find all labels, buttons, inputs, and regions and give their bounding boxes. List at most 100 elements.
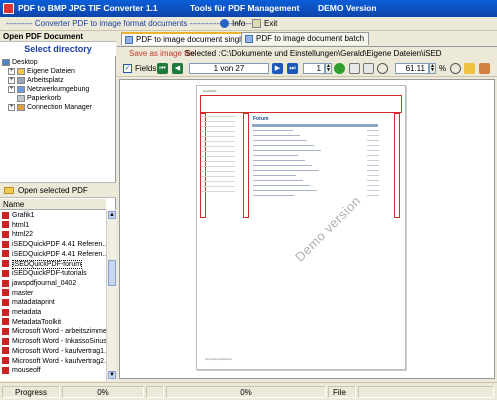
- tree-item[interactable]: + Netzwerkumgebung: [8, 85, 89, 94]
- selected-path: C:\Dokumente und Einstellungen\Gerald\Ei…: [221, 49, 442, 58]
- app-icon: [3, 3, 14, 14]
- file-name: Microsoft Word - arbeitszimmer: [12, 328, 106, 336]
- file-list-item[interactable]: Microsoft Word - kaufvertrag2...: [0, 357, 106, 366]
- forum-post-line: [253, 170, 319, 171]
- nav-link-line: [201, 151, 235, 152]
- forum-post-meta: [367, 160, 379, 161]
- file-list-item[interactable]: Grafik1: [0, 211, 106, 220]
- tree-item-label: Connection Manager: [27, 104, 92, 111]
- file-list-item[interactable]: master: [0, 289, 106, 298]
- file-list-item[interactable]: html22: [0, 230, 106, 239]
- tab-batch-label: PDF to image document batch: [256, 34, 365, 43]
- title-app: PDF to BMP JPG TIF Converter 1.1: [18, 3, 158, 13]
- file-list-header[interactable]: Name: [0, 199, 106, 210]
- nav-link-line: [201, 166, 235, 167]
- scroll-down-icon[interactable]: ▼: [108, 371, 116, 379]
- zoom-input[interactable]: 61.11: [395, 63, 429, 74]
- file-name: html22: [12, 231, 34, 239]
- file-list-item[interactable]: MetadataToolkit: [0, 318, 106, 327]
- pdf-file-icon: [2, 211, 9, 219]
- forum-post-meta: [367, 145, 379, 146]
- forum-post-meta: [367, 185, 379, 186]
- expand-icon[interactable]: +: [8, 85, 15, 93]
- scroll-up-icon[interactable]: ▲: [108, 211, 116, 219]
- tree-item-label: Desktop: [12, 59, 38, 66]
- expand-icon[interactable]: +: [8, 103, 15, 111]
- file-list-item[interactable]: iSEDQuickPDF 4.41 Referen...: [0, 240, 106, 249]
- tab-single[interactable]: PDF to image document single: [121, 32, 251, 45]
- forum-post-meta: [367, 170, 379, 171]
- file-name: Microsoft Word - kaufvertrag1...: [12, 347, 106, 355]
- nav-link-line: [201, 181, 235, 182]
- tree-item[interactable]: Papierkorb: [8, 94, 61, 103]
- form-field-box: [394, 113, 400, 218]
- document-icon: [125, 36, 133, 44]
- scroll-thumb[interactable]: [108, 260, 116, 286]
- folder-icon: [17, 85, 25, 93]
- document-view[interactable]: QuickPDF Forum Demo version http://www.q…: [119, 79, 495, 379]
- forum-post-line: [253, 190, 317, 191]
- nav-link-line: [201, 171, 235, 172]
- forum-post-meta: [367, 135, 379, 136]
- file-list-item[interactable]: Microsoft Word - InkassoSirius: [0, 337, 106, 346]
- pdf-file-icon: [2, 328, 9, 336]
- info-icon[interactable]: [220, 19, 229, 28]
- pdf-file-icon: [2, 221, 9, 229]
- file-list-item[interactable]: metadata: [0, 308, 106, 317]
- info-button[interactable]: Info: [232, 19, 245, 28]
- file-list-item[interactable]: jawspdfjournal_0402: [0, 279, 106, 288]
- select-icon[interactable]: [479, 63, 490, 74]
- file-list-item[interactable]: iSEDQuickPDF-tutorials: [0, 269, 106, 278]
- zoom-in-icon[interactable]: [450, 63, 461, 74]
- prev-page-icon[interactable]: ◀: [172, 63, 183, 74]
- forum-post-meta: [367, 165, 379, 166]
- file-list-item[interactable]: html1: [0, 221, 106, 230]
- forum-post-line: [253, 135, 300, 136]
- tab-single-label: PDF to image document single: [136, 35, 246, 44]
- tree-item[interactable]: + Arbeitsplatz: [8, 76, 64, 85]
- zoom-spinner[interactable]: ▲ ▼: [429, 63, 436, 74]
- page-spinner[interactable]: ▲ ▼: [325, 63, 332, 74]
- file-list-item[interactable]: matadataprint: [0, 298, 106, 307]
- tree-item-label: Papierkorb: [27, 95, 61, 102]
- tree-item[interactable]: + Connection Manager: [8, 103, 92, 112]
- go-icon[interactable]: [334, 63, 345, 74]
- forum-post-line: [253, 150, 321, 151]
- zoom-unit: %: [439, 64, 447, 73]
- nav-link-line: [201, 126, 235, 127]
- pdf-file-icon: [2, 279, 9, 287]
- zoom-icon[interactable]: [377, 63, 388, 74]
- exit-icon[interactable]: [252, 19, 261, 28]
- exit-button[interactable]: Exit: [264, 19, 277, 28]
- tree-item[interactable]: + Eigene Dateien: [8, 67, 75, 76]
- last-page-icon[interactable]: ⏭: [287, 63, 298, 74]
- nav-link-line: [201, 156, 235, 157]
- pdf-file-icon: [2, 240, 9, 248]
- fit-width-icon[interactable]: [363, 63, 374, 74]
- file-list-item[interactable]: Microsoft Word - arbeitszimmer: [0, 327, 106, 336]
- fit-page-icon[interactable]: [349, 63, 360, 74]
- folder-icon: [17, 103, 25, 111]
- forum-post-line: [253, 130, 293, 131]
- open-selected-pdf-button[interactable]: Open selected PDF: [0, 182, 116, 198]
- open-pdf-header: Open PDF Document: [0, 31, 116, 42]
- folder-icon: [17, 76, 25, 84]
- expand-icon[interactable]: +: [8, 67, 15, 75]
- open-selected-pdf-label: Open selected PDF: [18, 186, 88, 195]
- fields-checkbox[interactable]: ✓: [123, 64, 132, 73]
- forum-post-line: [253, 195, 294, 196]
- page-input[interactable]: 1: [303, 63, 325, 74]
- file-list-item[interactable]: iSEDQuickPDF 4.41 Referen...: [0, 250, 106, 259]
- hand-icon[interactable]: [464, 63, 475, 74]
- file-list-item[interactable]: Microsoft Word - kaufvertrag1...: [0, 347, 106, 356]
- file-name: Microsoft Word - kaufvertrag2...: [12, 357, 106, 365]
- form-field-box: [243, 113, 249, 218]
- file-list-item[interactable]: iSEDQuickPDF-forum: [0, 259, 106, 269]
- tab-batch[interactable]: PDF to image document batch: [241, 32, 370, 45]
- next-page-icon[interactable]: ▶: [272, 63, 283, 74]
- file-list-item[interactable]: mouseoff: [0, 366, 106, 375]
- first-page-icon[interactable]: ⏮: [157, 63, 168, 74]
- tree-item[interactable]: Desktop: [2, 58, 38, 67]
- expand-icon[interactable]: +: [8, 76, 15, 84]
- file-list-scrollbar[interactable]: ▲ ▼: [106, 210, 116, 381]
